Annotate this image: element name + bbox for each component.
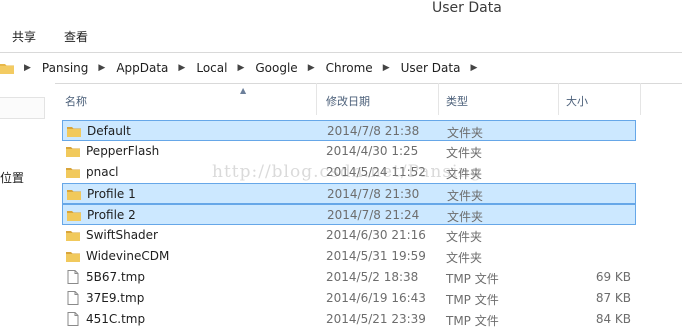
breadcrumb: ▶ Pansing ▶ AppData ▶ Local ▶ Google ▶ C… (0, 53, 488, 83)
file-date: 2014/6/30 21:16 (326, 228, 426, 242)
file-date: 2014/5/24 11:52 (326, 165, 426, 179)
file-date: 2014/7/8 21:30 (327, 187, 420, 201)
file-name: Profile 2 (87, 208, 136, 222)
file-date: 2014/5/31 19:59 (326, 249, 426, 263)
breadcrumb-local[interactable]: Local (196, 61, 227, 75)
chevron-right-icon[interactable]: ▶ (383, 63, 390, 73)
file-size: 87 KB (595, 291, 631, 305)
file-name: WidevineCDM (86, 249, 170, 263)
file-type: TMP 文件 (446, 314, 499, 328)
file-row[interactable]: SwiftShader 2014/6/30 21:16 文件夹 (62, 225, 636, 246)
file-row[interactable]: 37E9.tmp 2014/6/19 16:43 TMP 文件 87 KB (62, 288, 636, 309)
window-title: User Data (432, 0, 502, 16)
tab-view[interactable]: 查看 (64, 28, 88, 45)
file-name: pnacl (86, 165, 119, 179)
file-date: 2014/7/8 21:38 (327, 124, 420, 138)
folder-icon (67, 208, 81, 222)
file-date: 2014/4/30 1:25 (326, 144, 419, 158)
column-divider[interactable] (316, 83, 317, 115)
chevron-right-icon[interactable]: ▶ (24, 63, 31, 73)
breadcrumb-user-data[interactable]: User Data (401, 61, 461, 75)
column-date[interactable]: 修改日期 (326, 93, 370, 109)
file-type: 文件夹 (446, 230, 483, 244)
file-size: 84 KB (595, 312, 631, 326)
breadcrumb-pansing[interactable]: Pansing (42, 61, 88, 75)
file-type: 文件夹 (447, 189, 484, 203)
chevron-right-icon[interactable]: ▶ (470, 63, 477, 73)
file-date: 2014/5/21 23:39 (326, 312, 426, 326)
file-row[interactable]: Profile 2 2014/7/8 21:24 文件夹 (62, 204, 636, 225)
breadcrumb-google[interactable]: Google (255, 61, 297, 75)
file-row[interactable]: pnacl 2014/5/24 11:52 文件夹 (62, 162, 636, 183)
nav-search-box[interactable] (0, 97, 45, 119)
folder-icon (66, 228, 80, 242)
file-name: PepperFlash (86, 144, 160, 158)
column-divider[interactable] (438, 83, 439, 115)
file-type: TMP 文件 (446, 293, 499, 307)
tab-share[interactable]: 共享 (12, 28, 36, 45)
chevron-right-icon[interactable]: ▶ (178, 63, 185, 73)
folder-icon (66, 165, 80, 179)
navigation-pane: 位置 (0, 83, 55, 330)
chevron-right-icon[interactable]: ▶ (98, 63, 105, 73)
folder-icon (0, 64, 14, 74)
file-size: 69 KB (595, 270, 631, 284)
file-name: SwiftShader (86, 228, 158, 242)
file-row[interactable]: 451C.tmp 2014/5/21 23:39 TMP 文件 84 KB (62, 309, 636, 330)
file-icon (66, 270, 80, 284)
breadcrumb-chrome[interactable]: Chrome (326, 61, 373, 75)
column-type[interactable]: 类型 (446, 93, 468, 109)
column-size[interactable]: 大小 (566, 93, 588, 109)
chevron-right-icon[interactable]: ▶ (237, 63, 244, 73)
file-row[interactable]: 5B67.tmp 2014/5/2 18:38 TMP 文件 69 KB (62, 267, 636, 288)
file-row[interactable]: PepperFlash 2014/4/30 1:25 文件夹 (62, 141, 636, 162)
address-bar[interactable]: ▶ Pansing ▶ AppData ▶ Local ▶ Google ▶ C… (0, 52, 682, 84)
column-header: ▲ 名称 修改日期 类型 大小 (55, 83, 682, 115)
column-name[interactable]: 名称 (65, 93, 87, 109)
file-name: 37E9.tmp (86, 291, 145, 305)
file-type: 文件夹 (446, 146, 483, 160)
file-name: 451C.tmp (86, 312, 146, 326)
title-bar: User Data (0, 0, 682, 22)
folder-icon (67, 124, 81, 138)
file-list: Default 2014/7/8 21:38 文件夹 PepperFlash 2014/… (62, 120, 636, 330)
file-type: 文件夹 (446, 167, 483, 181)
folder-icon (66, 249, 80, 263)
column-divider[interactable] (558, 83, 559, 115)
column-divider[interactable] (640, 83, 641, 115)
file-date: 2014/5/2 18:38 (326, 270, 419, 284)
file-row[interactable]: Profile 1 2014/7/8 21:30 文件夹 (62, 183, 636, 204)
file-row[interactable]: Default 2014/7/8 21:38 文件夹 (62, 120, 636, 141)
file-row[interactable]: WidevineCDM 2014/5/31 19:59 文件夹 (62, 246, 636, 267)
nav-item-location[interactable]: 位置 (0, 169, 24, 186)
chevron-right-icon[interactable]: ▶ (308, 63, 315, 73)
file-type: TMP 文件 (446, 272, 499, 286)
file-name: Profile 1 (87, 187, 136, 201)
file-icon (66, 291, 80, 305)
file-name: Default (87, 124, 131, 138)
folder-icon (66, 144, 80, 158)
sort-up-icon: ▲ (240, 86, 247, 95)
file-date: 2014/7/8 21:24 (327, 208, 420, 222)
breadcrumb-appdata[interactable]: AppData (116, 61, 168, 75)
ribbon-tabs: 共享 查看 (0, 22, 682, 48)
file-type: 文件夹 (447, 210, 484, 224)
folder-icon (67, 187, 81, 201)
file-type: 文件夹 (446, 251, 483, 265)
file-date: 2014/6/19 16:43 (326, 291, 426, 305)
file-icon (66, 312, 80, 326)
file-name: 5B67.tmp (86, 270, 145, 284)
file-type: 文件夹 (447, 126, 484, 140)
